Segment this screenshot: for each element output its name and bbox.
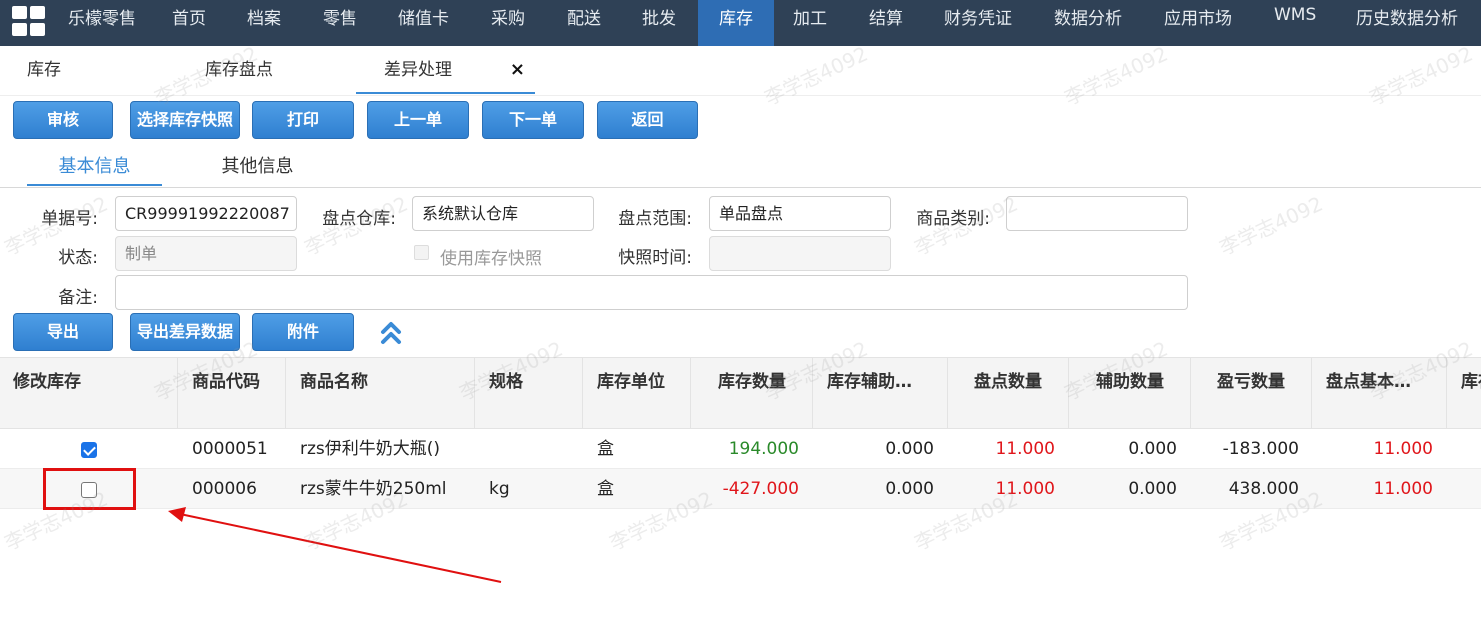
annotation-arrow <box>168 507 502 583</box>
